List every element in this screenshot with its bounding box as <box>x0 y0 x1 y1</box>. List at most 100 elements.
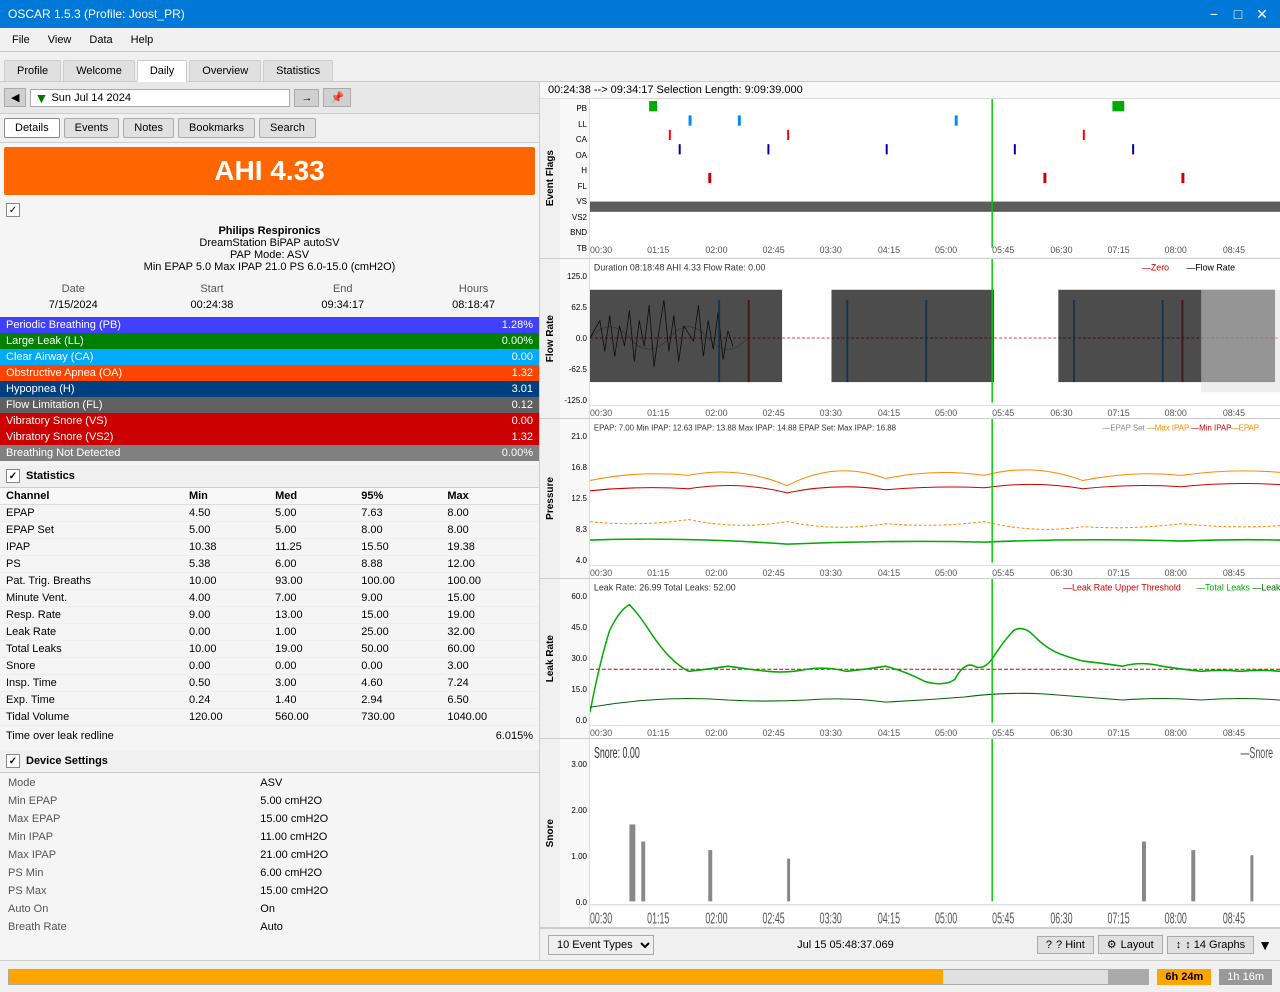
progress-bar-fill <box>9 970 943 984</box>
progress-label: 6h 24m <box>1157 969 1211 985</box>
flow-rate-section: Flow Rate 125.0 62.5 0.0 -62.5 -125.0 Du… <box>540 259 1280 419</box>
tab-welcome[interactable]: Welcome <box>63 60 135 81</box>
sub-tab-details[interactable]: Details <box>4 118 60 138</box>
svg-text:Snore: 0.00: Snore: 0.00 <box>594 744 640 761</box>
layout-button[interactable]: ⚙ Layout <box>1098 935 1163 954</box>
svg-text:04:15: 04:15 <box>878 568 900 578</box>
menu-help[interactable]: Help <box>123 32 162 48</box>
list-item: Max IPAP21.00 cmH2O <box>2 847 537 863</box>
device-settings-table: ModeASVMin EPAP5.00 cmH2OMax EPAP15.00 c… <box>0 773 539 937</box>
list-item: ModeASV <box>2 775 537 791</box>
svg-text:05:45: 05:45 <box>992 245 1014 255</box>
device-settings-checkbox[interactable]: ✓ <box>6 754 20 768</box>
svg-text:02:00: 02:00 <box>705 728 727 738</box>
timestamp-display: Jul 15 05:48:37.069 <box>797 939 894 951</box>
sub-tab-bookmarks[interactable]: Bookmarks <box>178 118 255 138</box>
menu-view[interactable]: View <box>40 32 80 48</box>
leak-rate-y-axis: 60.0 45.0 30.0 15.0 0.0 <box>560 579 590 738</box>
pressure-chart[interactable]: EPAP: 7.00 Min IPAP: 12.63 IPAP: 13.88 M… <box>590 419 1280 578</box>
svg-text:05:45: 05:45 <box>992 910 1014 927</box>
statistics-header: ✓ Statistics <box>0 465 539 488</box>
svg-text:—Snore: —Snore <box>1241 744 1274 761</box>
hours-value: 08:18:47 <box>408 297 539 313</box>
progress-bar[interactable] <box>8 969 1149 985</box>
menu-bar: File View Data Help <box>0 28 1280 52</box>
sub-tab-events[interactable]: Events <box>64 118 120 138</box>
svg-text:00:30: 00:30 <box>590 245 612 255</box>
device-checkbox[interactable]: ✓ <box>6 203 20 217</box>
menu-file[interactable]: File <box>4 32 38 48</box>
maximize-button[interactable]: □ <box>1228 4 1248 24</box>
list-item: Min IPAP11.00 cmH2O <box>2 829 537 845</box>
sub-tab-search[interactable]: Search <box>259 118 316 138</box>
right-panel: 00:24:38 --> 09:34:17 Selection Length: … <box>540 82 1280 960</box>
date-time-table: Date Start End Hours 7/15/2024 00:24:38 … <box>0 281 539 313</box>
bottom-right: ? ? Hint ⚙ Layout ↕ ↕ 14 Graphs ▼ <box>1037 935 1272 954</box>
window-controls: − □ ✕ <box>1204 4 1272 24</box>
pressure-y-axis: 21.0 16.8 12.5 8.3 4.0 <box>560 419 590 578</box>
svg-text:04:15: 04:15 <box>878 728 900 738</box>
svg-text:—Leak Rate Upper Threshold: —Leak Rate Upper Threshold <box>1063 582 1181 592</box>
minimize-button[interactable]: − <box>1204 4 1224 24</box>
tab-profile[interactable]: Profile <box>4 60 61 81</box>
tab-statistics[interactable]: Statistics <box>263 60 333 81</box>
sub-tab-notes[interactable]: Notes <box>123 118 174 138</box>
svg-text:—EPAP: —EPAP <box>1231 423 1259 432</box>
tab-daily[interactable]: Daily <box>137 60 187 82</box>
date-input[interactable] <box>30 89 290 107</box>
menu-data[interactable]: Data <box>81 32 120 48</box>
snore-label: Snore <box>545 819 556 847</box>
svg-text:02:00: 02:00 <box>705 910 727 927</box>
svg-text:08:00: 08:00 <box>1165 728 1187 738</box>
table-row: PS5.386.008.8812.00 <box>0 556 539 573</box>
pressure-label: Pressure <box>545 477 556 520</box>
svg-text:00:30: 00:30 <box>590 568 612 578</box>
left-panel: ◀ ▼ → 📌 Details Events Notes Bookmarks S… <box>0 82 540 960</box>
svg-text:02:00: 02:00 <box>705 568 727 578</box>
event-ca: Clear Airway (CA) 0.00 <box>0 349 539 365</box>
svg-text:05:00: 05:00 <box>935 408 957 418</box>
end-header: End <box>277 281 408 297</box>
svg-text:07:15: 07:15 <box>1108 408 1130 418</box>
flow-rate-chart[interactable]: Duration 08:18:48 AHI 4.33 Flow Rate: 0.… <box>590 259 1280 418</box>
svg-text:00:30: 00:30 <box>590 910 612 927</box>
event-flags-section: Event Flags PB LL CA OA H FL VS VS2 BND … <box>540 99 1280 259</box>
date-header: Date <box>0 281 147 297</box>
svg-text:04:15: 04:15 <box>878 245 900 255</box>
svg-text:05:00: 05:00 <box>935 245 957 255</box>
col-channel: Channel <box>0 488 183 505</box>
progress-indicator <box>1108 970 1148 984</box>
device-info: Philips Respironics DreamStation BiPAP a… <box>0 221 539 277</box>
hint-button[interactable]: ? ? Hint <box>1037 936 1094 954</box>
statistics-checkbox[interactable]: ✓ <box>6 469 20 483</box>
svg-text:01:15: 01:15 <box>647 728 669 738</box>
events-list: Periodic Breathing (PB) 1.28% Large Leak… <box>0 317 539 461</box>
nav-back-button[interactable]: ◀ <box>4 88 26 107</box>
table-row: Exp. Time0.241.402.946.50 <box>0 692 539 709</box>
event-flags-y-labels: PB LL CA OA H FL VS VS2 BND TB <box>560 99 590 258</box>
device-model: DreamStation BiPAP autoSV <box>4 237 535 249</box>
svg-text:05:00: 05:00 <box>935 910 957 927</box>
device-name: Philips Respironics <box>4 225 535 237</box>
event-flags-chart[interactable]: 00:30 01:15 02:00 02:45 03:30 04:15 05:0… <box>590 99 1280 258</box>
flow-rate-svg: Duration 08:18:48 AHI 4.33 Flow Rate: 0.… <box>590 259 1280 418</box>
duration-label: 1h 16m <box>1219 969 1272 985</box>
close-button[interactable]: ✕ <box>1252 4 1272 24</box>
tab-overview[interactable]: Overview <box>189 60 261 81</box>
list-item: Auto OnOn <box>2 901 537 917</box>
snore-section: Snore 3.00 2.00 1.00 0.0 Snore: 0.00 —Sn… <box>540 739 1280 928</box>
svg-text:—Total Leaks: —Total Leaks <box>1196 582 1250 592</box>
nav-pin-button[interactable]: 📌 <box>323 88 351 107</box>
leak-rate-chart[interactable]: Leak Rate: 26.99 Total Leaks: 52.00 —Lea… <box>590 579 1280 738</box>
svg-text:04:15: 04:15 <box>878 408 900 418</box>
dropdown-arrow-icon[interactable]: ▼ <box>1258 937 1272 953</box>
snore-chart[interactable]: Snore: 0.00 —Snore 00:30 01:15 <box>590 739 1280 927</box>
nav-forward-button[interactable]: → <box>294 89 319 107</box>
svg-text:00:30: 00:30 <box>590 408 612 418</box>
svg-text:02:45: 02:45 <box>763 568 785 578</box>
svg-text:—EPAP Set: —EPAP Set <box>1103 423 1146 432</box>
event-types-select[interactable]: 10 Event Types <box>548 935 654 955</box>
graphs-button[interactable]: ↕ ↕ 14 Graphs <box>1167 936 1254 954</box>
snore-y-axis: 3.00 2.00 1.00 0.0 <box>560 739 590 927</box>
status-bar: 6h 24m 1h 16m <box>0 960 1280 992</box>
